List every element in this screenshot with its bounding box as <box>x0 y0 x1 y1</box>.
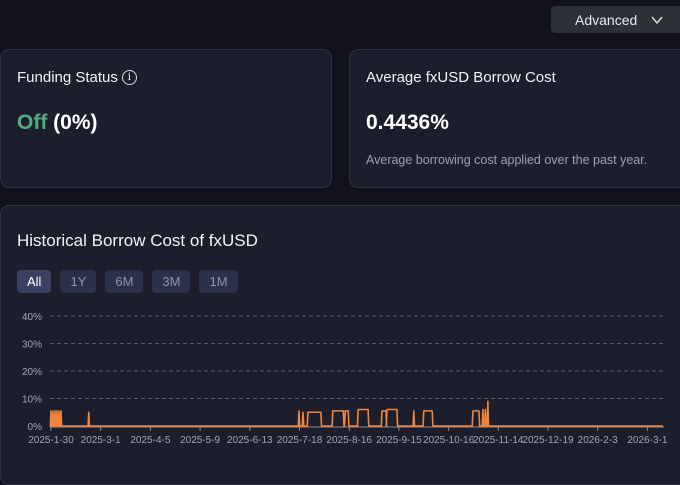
funding-rate: (0%) <box>53 111 98 134</box>
chevron-down-icon <box>651 16 663 24</box>
y-tick-label: 20% <box>22 367 42 378</box>
borrow-cost-chart: 0% 10% 20% 30% 40% 2025-1-30 2025-3-1 2025-4-5 2… <box>22 312 668 446</box>
x-tick-label: 2026-3-1 <box>627 435 667 446</box>
x-tick-label: 2025-7-18 <box>277 435 323 446</box>
historical-chart-title: Historical Borrow Cost of fxUSD <box>17 231 258 250</box>
y-tick-label: 10% <box>22 395 42 406</box>
x-tick-label: 2025-12-19 <box>522 435 574 446</box>
funding-status-title: Funding Status <box>17 69 118 86</box>
x-tick-label: 2025-11-14 <box>473 435 524 446</box>
range-button-3m[interactable]: 3M <box>152 270 191 293</box>
y-tick-label: 30% <box>22 340 42 351</box>
average-borrow-cost-value: 0.4436% <box>366 111 449 134</box>
y-tick-label: 0% <box>28 422 43 433</box>
advanced-dropdown[interactable]: Advanced <box>551 6 680 33</box>
x-tick-label: 2025-4-5 <box>130 435 170 446</box>
range-button-6m[interactable]: 6M <box>105 270 144 293</box>
x-tick-label: 2025-6-13 <box>227 435 273 446</box>
x-tick-label: 2025-3-1 <box>81 435 121 446</box>
funding-status-card: Funding Status i Off (0%) <box>0 49 332 188</box>
borrow-cost-line <box>49 400 663 427</box>
range-button-all[interactable]: All <box>17 270 52 293</box>
range-button-1m[interactable]: 1M <box>199 270 238 293</box>
advanced-label: Advanced <box>575 11 638 28</box>
average-borrow-cost-title: Average fxUSD Borrow Cost <box>366 69 556 86</box>
x-tick-label: 2025-8-16 <box>326 435 372 446</box>
range-button-1y[interactable]: 1Y <box>60 270 97 293</box>
average-borrow-cost-card: Average fxUSD Borrow Cost 0.4436% Averag… <box>349 49 680 188</box>
funding-status-value: Off <box>17 111 48 134</box>
x-tick-label: 2025-9-15 <box>376 435 422 446</box>
average-borrow-cost-description: Average borrowing cost applied over the … <box>366 153 648 167</box>
y-tick-label: 40% <box>22 312 42 323</box>
x-tick-label: 2026-2-3 <box>578 435 618 446</box>
x-tick-label: 2025-10-16 <box>423 435 475 446</box>
x-tick-label: 2025-5-9 <box>180 435 220 446</box>
info-icon[interactable]: i <box>121 70 137 85</box>
x-tick-label: 2025-1-30 <box>28 435 74 446</box>
